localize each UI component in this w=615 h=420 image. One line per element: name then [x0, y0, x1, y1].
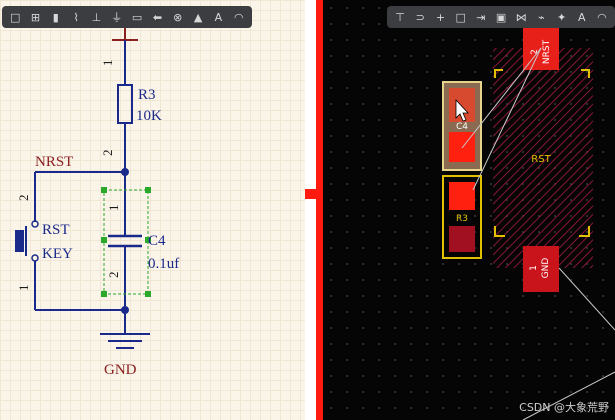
r3-silk-label: R3 — [456, 214, 468, 224]
r3-value: 10K — [136, 108, 162, 124]
pcb-edge-bar — [316, 0, 323, 420]
select-handle-br[interactable] — [145, 291, 151, 297]
via-icon[interactable]: ⋈ — [512, 8, 530, 26]
gnd-net-label: GND — [104, 362, 137, 378]
schematic-canvas[interactable]: 1 2 R3 10K NRST 2 1 RST KEY 1 2 C4 0.1uf — [0, 0, 305, 420]
r3-pin1: 1 — [100, 60, 115, 67]
ratsnest-line — [558, 267, 615, 331]
nrst-net-label: NRST — [35, 154, 73, 170]
watermark: CSDN @大象荒野 — [519, 401, 609, 414]
gnd-port-icon[interactable]: ⏚ — [108, 8, 126, 26]
component-icon[interactable]: ⊞ — [26, 8, 44, 26]
c4-value: 0.1uf — [148, 256, 179, 272]
align-icon[interactable]: ⇥ — [472, 8, 490, 26]
panel-divider[interactable] — [305, 0, 316, 420]
select-handle-tl[interactable] — [101, 187, 107, 193]
key-contact-bottom — [31, 254, 39, 262]
cross-icon[interactable]: + — [431, 8, 449, 26]
schematic-toolbar: □ ⊞ ▮ ⌇ ⊥ ⏚ ▭ ⬅ ⊗ ▲ A ◠ — [2, 6, 252, 28]
route-icon[interactable]: ⊃ — [411, 8, 429, 26]
c4-pin1: 1 — [106, 205, 121, 212]
select-handle-bl[interactable] — [101, 291, 107, 297]
c4-silk-label: C4 — [456, 122, 468, 132]
r3-pad-2[interactable] — [449, 226, 475, 252]
key-plunger[interactable] — [15, 230, 24, 252]
key-pin1: 1 — [16, 285, 31, 292]
pad-icon[interactable]: ✦ — [553, 8, 571, 26]
schematic-editor[interactable]: 1 2 R3 10K NRST 2 1 RST KEY 1 2 C4 0.1uf — [0, 0, 305, 420]
rst-pad1-net: GND — [541, 258, 551, 279]
r3-body[interactable] — [117, 84, 133, 124]
net-label-icon[interactable]: ▭ — [128, 8, 146, 26]
filter-icon[interactable]: ⊤ — [391, 8, 409, 26]
pcb-toolbar: ⊤ ⊃ + □ ⇥ ▣ ⋈ ⌁ ✦ A ◠ — [387, 6, 615, 28]
rect-select-icon[interactable]: □ — [452, 8, 470, 26]
power-port-icon[interactable]: ⊥ — [87, 8, 105, 26]
text-icon[interactable]: A — [209, 8, 227, 26]
pcb-canvas[interactable]: RST 2 NRST 1 GND C4 R3 — [323, 0, 615, 420]
arc-icon[interactable]: ◠ — [230, 8, 248, 26]
bus-icon[interactable]: ▮ — [47, 8, 65, 26]
directive-icon[interactable]: ▲ — [189, 8, 207, 26]
key-designator: RST — [42, 222, 70, 238]
rst-silk-label: RST — [531, 154, 551, 165]
pcb-editor[interactable]: RST 2 NRST 1 GND C4 R3 — [323, 0, 615, 420]
select-handle-tr[interactable] — [145, 187, 151, 193]
c4-pin2: 2 — [106, 272, 121, 279]
c4-designator: C4 — [148, 233, 166, 249]
component-icon[interactable]: ▣ — [492, 8, 510, 26]
key-pin2: 2 — [16, 195, 31, 202]
rst-pad2-net: NRST — [542, 39, 552, 64]
r3-pad-1[interactable] — [449, 182, 475, 210]
r3-pin2: 2 — [100, 150, 115, 157]
arc-icon[interactable]: ◠ — [593, 8, 611, 26]
port-icon[interactable]: ⬅ — [148, 8, 166, 26]
divider-marker — [305, 189, 316, 199]
wire-icon[interactable]: ⌇ — [67, 8, 85, 26]
key-value: KEY — [42, 246, 73, 262]
track-icon[interactable]: ⌁ — [532, 8, 550, 26]
rst-pad1-number: 1 — [529, 265, 539, 271]
r3-designator: R3 — [138, 87, 156, 103]
no-erc-icon[interactable]: ⊗ — [169, 8, 187, 26]
text-icon[interactable]: A — [573, 8, 591, 26]
select-handle-ml[interactable] — [101, 237, 107, 243]
select-rect-icon[interactable]: □ — [6, 8, 24, 26]
